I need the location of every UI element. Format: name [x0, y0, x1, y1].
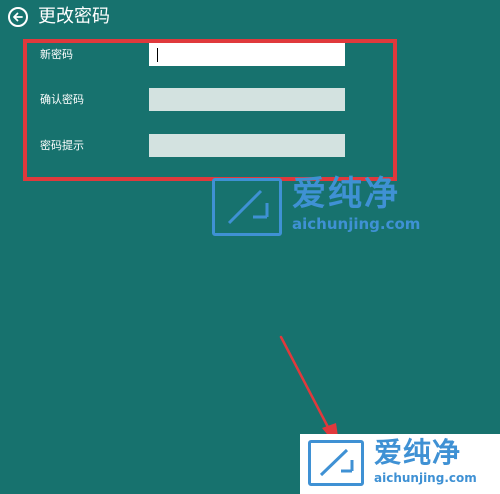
corner-watermark-brand: 爱纯净 [374, 436, 462, 469]
corner-watermark: 爱纯净 aichunjing.com [300, 434, 500, 494]
annotation-arrow [279, 335, 340, 450]
corner-watermark-url: aichunjing.com [374, 471, 477, 485]
watermark-logo-icon [212, 178, 282, 236]
corner-watermark-logo-icon [308, 440, 364, 486]
watermark-brand: 爱纯净 [292, 174, 400, 214]
watermark-url: aichunjing.com [292, 215, 421, 233]
site-watermark: 爱纯净 aichunjing.com [212, 174, 421, 236]
